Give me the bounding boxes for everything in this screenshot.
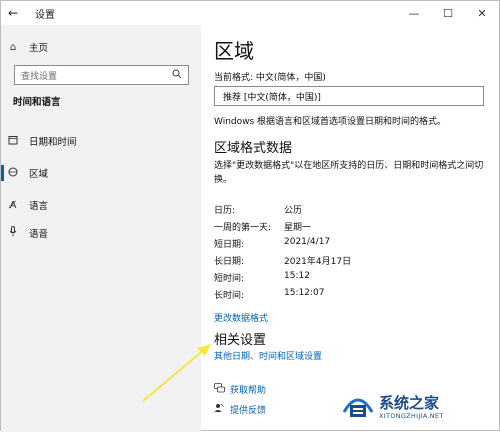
watermark-domain: XITONGZHIJIA.NET [379,412,444,420]
search-input[interactable]: 查找设置 [14,65,189,85]
sidebar-item-language[interactable]: A̸ 语言 [1,195,201,215]
settings-window: ← 设置 — ☐ ✕ ⌂ 主页 查找设置 时间和语言 日期和时间 区域 A̸ 语… [0,0,500,432]
watermark-logo-icon [342,398,374,417]
format-key: 日历: [214,206,236,216]
sidebar-item-home[interactable]: ⌂ 主页 [1,37,201,57]
close-button[interactable]: ✕ [465,1,499,25]
search-placeholder: 查找设置 [21,71,58,82]
microphone-icon [1,226,25,240]
sidebar-item-label: 语言 [29,201,49,212]
format-key: 长日期: [214,257,245,267]
feedback-link[interactable]: 提供反馈 [214,403,266,416]
format-key: 短时间: [214,274,245,284]
get-help-label: 获取帮助 [230,386,267,396]
format-value: 2021年4月17日 [284,257,352,267]
windows-note: Windows 根据语言和区域首选项设置日期和时间的格式。 [214,117,447,127]
main-content: 区域 当前格式: 中文(简体，中国) 推荐 [中文(简体，中国)] Window… [201,25,500,432]
sidebar-item-label: 日期和时间 [29,137,77,148]
home-label: 主页 [29,43,49,54]
search-icon [172,69,182,82]
format-value: 15:12 [284,271,310,281]
format-key: 短日期: [214,240,245,250]
close-icon: ✕ [477,6,487,20]
minimize-button[interactable]: — [397,1,431,25]
page-title: 区域 [214,39,254,63]
sidebar-item-region[interactable]: 区域 [1,163,201,183]
change-format-link[interactable]: 更改数据格式 [214,311,268,324]
globe-icon [1,167,25,180]
sidebar-item-date-time[interactable]: 日期和时间 [1,131,201,151]
other-date-time-region-link[interactable]: 其他日期、时间和区域设置 [214,349,322,362]
sidebar-item-label: 区域 [29,169,49,180]
format-value: 公历 [284,206,303,216]
calendar-clock-icon [1,135,25,148]
get-help-link[interactable]: 获取帮助 [214,383,266,396]
back-arrow-icon: ← [7,6,19,20]
language-icon: A̸ [9,199,17,211]
regional-data-title: 区域格式数据 [214,141,293,156]
related-settings-title: 相关设置 [214,333,267,348]
watermark-brand: 系统之家 [379,394,440,412]
yellow-annotation-arrow [142,344,211,402]
sidebar-item-label: 语音 [29,229,49,240]
format-value: 15:12:07 [284,288,325,298]
format-value: 星期一 [284,223,312,233]
sidebar-item-speech[interactable]: 语音 [1,223,201,243]
format-value: 2021/4/17 [284,237,331,247]
feedback-label: 提供反馈 [230,406,267,416]
back-button[interactable]: ← [1,1,25,25]
home-icon: ⌂ [9,41,17,53]
maximize-icon: ☐ [443,6,453,20]
dropdown-value: 推荐 [中文(简体，中国)] [223,92,321,103]
format-key: 长时间: [214,291,245,301]
section-title: 时间和语言 [13,97,61,108]
regional-data-desc: 选择"更改数据格式"以在地区所支持的日历、日期和时间格式之间切换。 [214,161,484,185]
watermark: 系统之家 XITONGZHIJIA.NET [341,392,491,424]
regional-format-dropdown[interactable]: 推荐 [中文(简体，中国)] [214,86,484,106]
app-title: 设置 [35,9,55,21]
title-bar: ← 设置 — ☐ ✕ [1,1,499,25]
format-key: 一周的第一天: [214,223,272,233]
maximize-button[interactable]: ☐ [431,1,465,25]
current-format-label: 当前格式: 中文(简体，中国) [214,73,326,83]
minimize-icon: — [408,6,420,20]
